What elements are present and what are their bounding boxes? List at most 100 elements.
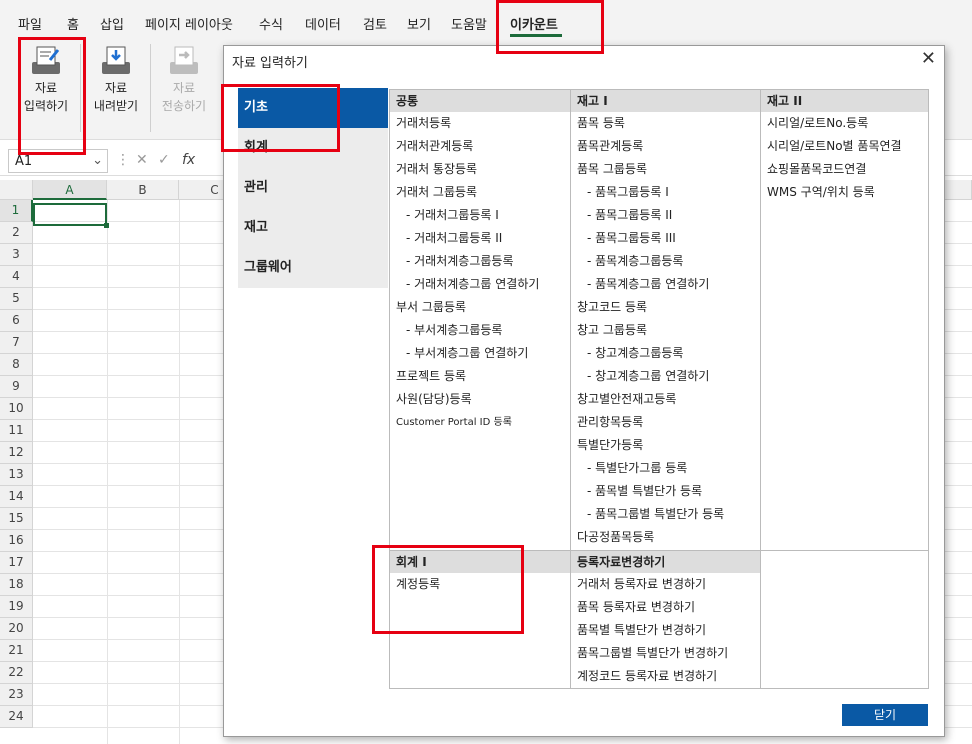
- menu-item[interactable]: - 품목그룹별 특별단가 등록: [571, 503, 760, 526]
- menu-item[interactable]: 다공정품목등록: [571, 526, 760, 549]
- row-header[interactable]: 9: [0, 376, 33, 398]
- menu-item[interactable]: Customer Portal ID 등록: [390, 411, 570, 434]
- select-all-corner[interactable]: [0, 180, 33, 200]
- menu-bar: 파일 홈 삽입 페이지 레이아웃 수식 데이터 검토 보기 도움말 이카운트: [0, 0, 972, 40]
- menu-item[interactable]: - 거래처계층그룹등록: [390, 250, 570, 273]
- menu-item[interactable]: 관리항목등록: [571, 411, 760, 434]
- menu-item[interactable]: 창고 그룹등록: [571, 319, 760, 342]
- menu-data[interactable]: 데이터: [305, 14, 341, 33]
- menu-item[interactable]: 거래처 통장등록: [390, 158, 570, 181]
- menu-item[interactable]: - 거래처그룹등록 I: [390, 204, 570, 227]
- nav-basic[interactable]: 기초: [238, 88, 388, 128]
- menu-formulas[interactable]: 수식: [259, 14, 283, 33]
- close-button[interactable]: 닫기: [842, 704, 928, 726]
- confirm-icon[interactable]: ✓: [158, 152, 170, 168]
- row-header[interactable]: 18: [0, 574, 33, 596]
- menu-home[interactable]: 홈: [67, 14, 79, 33]
- data-input-button[interactable]: 자료 입력하기: [14, 44, 78, 136]
- menu-file[interactable]: 파일: [18, 14, 42, 33]
- menu-item[interactable]: - 품목그룹등록 II: [571, 204, 760, 227]
- menu-item[interactable]: 계정코드 등록자료 변경하기: [571, 665, 760, 688]
- menu-item[interactable]: - 품목그룹등록 I: [571, 181, 760, 204]
- row-header[interactable]: 2: [0, 222, 33, 244]
- row-header[interactable]: 15: [0, 508, 33, 530]
- row-header[interactable]: 4: [0, 266, 33, 288]
- menu-item[interactable]: 프로젝트 등록: [390, 365, 570, 388]
- nav-groupware[interactable]: 그룹웨어: [238, 248, 388, 288]
- name-box[interactable]: A1 ⌄: [8, 149, 108, 173]
- menu-page-layout[interactable]: 페이지 레이아웃: [145, 14, 233, 33]
- menu-item[interactable]: 계정등록: [390, 573, 570, 596]
- row-header[interactable]: 20: [0, 618, 33, 640]
- menu-item[interactable]: 쇼핑몰품목코드연결: [761, 158, 928, 181]
- menu-item[interactable]: - 품목계층그룹 연결하기: [571, 273, 760, 296]
- nav-management[interactable]: 관리: [238, 168, 388, 208]
- data-download-button[interactable]: 자료 내려받기: [84, 44, 148, 136]
- menu-item[interactable]: - 품목그룹등록 III: [571, 227, 760, 250]
- row-header[interactable]: 23: [0, 684, 33, 706]
- insert-function-icon[interactable]: fx: [182, 152, 195, 168]
- row-header[interactable]: 13: [0, 464, 33, 486]
- menu-item[interactable]: - 품목별 특별단가 등록: [571, 480, 760, 503]
- menu-item[interactable]: - 거래처그룹등록 II: [390, 227, 570, 250]
- menu-item[interactable]: 거래처등록: [390, 112, 570, 135]
- row-header[interactable]: 1: [0, 200, 33, 222]
- menu-item[interactable]: 시리얼/로트No.등록: [761, 112, 928, 135]
- selected-cell-a1[interactable]: [33, 203, 109, 228]
- menu-view[interactable]: 보기: [407, 14, 431, 33]
- row-header[interactable]: 21: [0, 640, 33, 662]
- menu-item[interactable]: 품목그룹별 특별단가 변경하기: [571, 642, 760, 665]
- row-header[interactable]: 8: [0, 354, 33, 376]
- column-header-a[interactable]: A: [33, 180, 107, 200]
- nav-accounting[interactable]: 회계: [238, 128, 388, 168]
- nav-inventory[interactable]: 재고: [238, 208, 388, 248]
- menu-item[interactable]: - 창고계층그룹등록: [571, 342, 760, 365]
- menu-item[interactable]: - 부서계층그룹 연결하기: [390, 342, 570, 365]
- menu-item[interactable]: 창고별안전재고등록: [571, 388, 760, 411]
- row-header[interactable]: 5: [0, 288, 33, 310]
- menu-item[interactable]: 품목관계등록: [571, 135, 760, 158]
- cancel-icon[interactable]: ✕: [136, 152, 148, 168]
- data-transfer-button[interactable]: 자료 전송하기: [152, 44, 216, 136]
- row-header[interactable]: 19: [0, 596, 33, 618]
- menu-item[interactable]: - 품목계층그룹등록: [571, 250, 760, 273]
- row-header[interactable]: 10: [0, 398, 33, 420]
- menu-item[interactable]: 창고코드 등록: [571, 296, 760, 319]
- row-header[interactable]: 11: [0, 420, 33, 442]
- menu-insert[interactable]: 삽입: [100, 14, 124, 33]
- menu-item[interactable]: 특별단가등록: [571, 434, 760, 457]
- row-header[interactable]: 14: [0, 486, 33, 508]
- menu-item[interactable]: - 특별단가그룹 등록: [571, 457, 760, 480]
- column-header-b[interactable]: B: [107, 180, 179, 200]
- menu-item[interactable]: 품목 등록자료 변경하기: [571, 596, 760, 619]
- menu-item[interactable]: 거래처 그룹등록: [390, 181, 570, 204]
- menu-item[interactable]: 거래처 등록자료 변경하기: [571, 573, 760, 596]
- menu-item[interactable]: WMS 구역/위치 등록: [761, 181, 928, 204]
- row-header[interactable]: 22: [0, 662, 33, 684]
- menu-item[interactable]: 품목 그룹등록: [571, 158, 760, 181]
- section-header: 재고 I: [571, 90, 760, 112]
- menu-item[interactable]: 품목별 특별단가 변경하기: [571, 619, 760, 642]
- menu-item[interactable]: 거래처관계등록: [390, 135, 570, 158]
- data-input-dialog: 자료 입력하기 ✕ 기초 회계 관리 재고 그룹웨어 공통 거래처등록 거래처관계…: [223, 45, 945, 737]
- menu-item[interactable]: 품목 등록: [571, 112, 760, 135]
- row-header[interactable]: 3: [0, 244, 33, 266]
- section-header: 등록자료변경하기: [571, 551, 760, 573]
- menu-item[interactable]: - 부서계층그룹등록: [390, 319, 570, 342]
- close-icon[interactable]: ✕: [921, 48, 936, 69]
- menu-item[interactable]: - 창고계층그룹 연결하기: [571, 365, 760, 388]
- row-header[interactable]: 6: [0, 310, 33, 332]
- menu-help[interactable]: 도움말: [451, 14, 487, 33]
- menu-ecount[interactable]: 이카운트: [510, 14, 558, 33]
- row-header[interactable]: 12: [0, 442, 33, 464]
- row-header[interactable]: 16: [0, 530, 33, 552]
- menu-item[interactable]: - 거래처계층그룹 연결하기: [390, 273, 570, 296]
- menu-review[interactable]: 검토: [363, 14, 387, 33]
- row-header[interactable]: 24: [0, 706, 33, 728]
- data-download-label-1: 자료: [104, 81, 128, 95]
- menu-item[interactable]: 사원(담당)등록: [390, 388, 570, 411]
- menu-item[interactable]: 부서 그룹등록: [390, 296, 570, 319]
- row-header[interactable]: 7: [0, 332, 33, 354]
- row-header[interactable]: 17: [0, 552, 33, 574]
- menu-item[interactable]: 시리얼/로트No별 품목연결: [761, 135, 928, 158]
